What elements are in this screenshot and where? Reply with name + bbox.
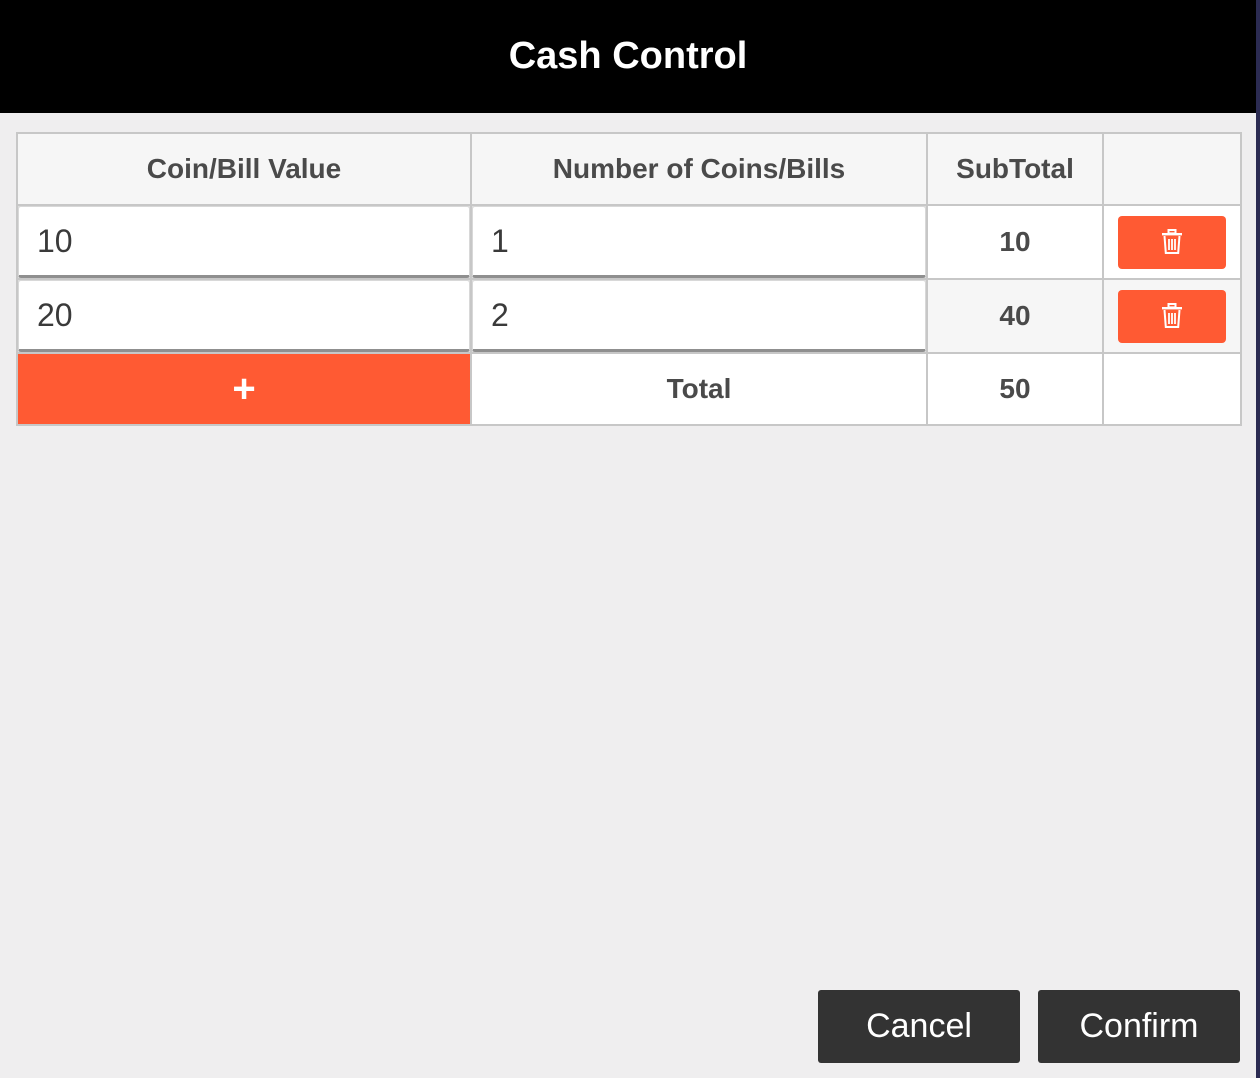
table-row: 10 1 10	[16, 204, 1242, 280]
cash-table: Coin/Bill Value Number of Coins/Bills Su…	[16, 132, 1242, 426]
total-row: + Total 50	[16, 352, 1242, 426]
trash-icon	[1162, 303, 1182, 328]
table-row: 20 2 40	[16, 278, 1242, 354]
subtotal-cell: 10	[926, 204, 1104, 280]
column-header-count: Number of Coins/Bills	[470, 132, 928, 206]
coin-value-input[interactable]: 20	[18, 280, 470, 352]
dialog-title: Cash Control	[508, 35, 748, 77]
coin-count-input[interactable]: 1	[472, 206, 926, 278]
trash-icon	[1162, 229, 1182, 254]
column-header-value: Coin/Bill Value	[16, 132, 472, 206]
subtotal-cell: 40	[926, 278, 1104, 354]
dialog-header: Cash Control	[0, 0, 1256, 113]
delete-row-button[interactable]	[1118, 215, 1226, 269]
confirm-button[interactable]: Confirm	[1038, 990, 1240, 1063]
coin-count-input[interactable]: 2	[472, 280, 926, 352]
background-edge	[1256, 0, 1260, 1078]
table-header-row: Coin/Bill Value Number of Coins/Bills Su…	[16, 132, 1242, 206]
column-header-actions	[1102, 132, 1242, 206]
delete-row-button[interactable]	[1118, 289, 1226, 343]
total-label: Total	[470, 352, 928, 426]
cancel-button[interactable]: Cancel	[818, 990, 1020, 1063]
count-cell: 2	[470, 278, 928, 354]
add-row-button[interactable]: +	[16, 352, 472, 426]
cash-table-container: Coin/Bill Value Number of Coins/Bills Su…	[16, 132, 1242, 426]
count-cell: 1	[470, 204, 928, 280]
value-cell: 10	[16, 204, 472, 280]
column-header-subtotal: SubTotal	[926, 132, 1104, 206]
action-cell	[1102, 278, 1242, 354]
plus-icon: +	[232, 367, 256, 411]
value-cell: 20	[16, 278, 472, 354]
coin-value-input[interactable]: 10	[18, 206, 470, 278]
empty-cell	[1102, 352, 1242, 426]
total-value: 50	[926, 352, 1104, 426]
action-cell	[1102, 204, 1242, 280]
